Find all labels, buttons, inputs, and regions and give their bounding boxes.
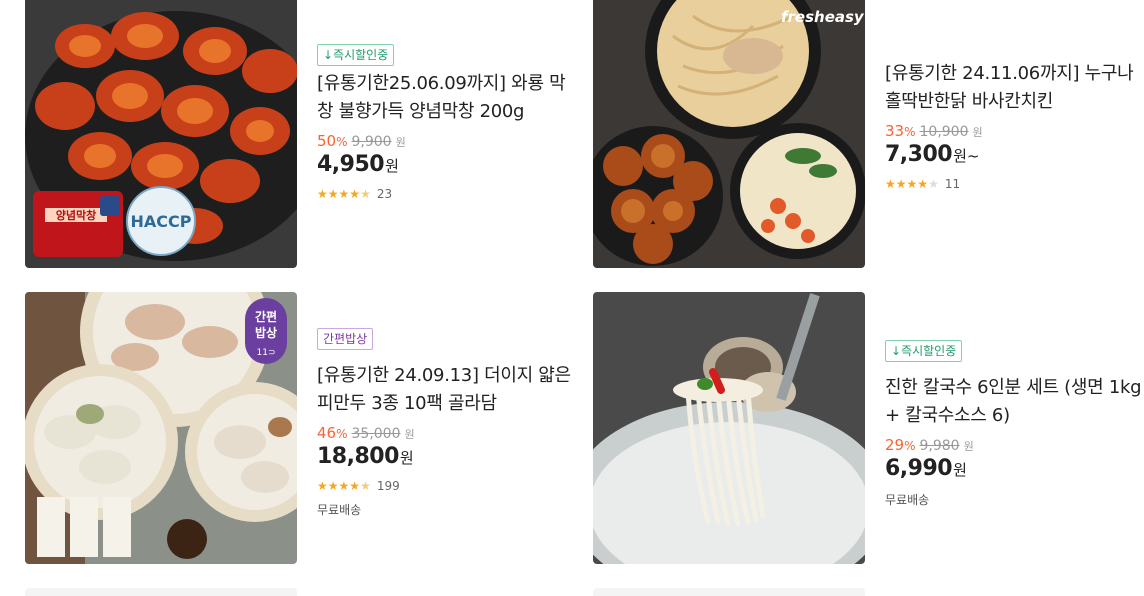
product-image[interactable]: 간편 밥상 11⊃ (25, 292, 297, 564)
product-info: ↓즉시할인중 [유통기한25.06.09까지] 와룡 막창 불향가득 양념막창 … (317, 0, 579, 268)
tag-line3: 11⊃ (257, 348, 276, 358)
product-title[interactable]: [유통기한 24.09.13] 더이지 얇은피만두 3종 10팩 골라담 (317, 362, 579, 418)
product-title[interactable]: [유통기한25.06.09까지] 와룡 막창 불향가득 양념막창 200g (317, 70, 579, 126)
original-price-unit: 원 (972, 126, 983, 139)
price-unit: 원 (385, 157, 399, 175)
rating: ★ ★ ★ ★ ★ 23 (317, 187, 579, 201)
product-info: [유통기한 24.11.06까지] 누구나홀딱반한닭 바사칸치킨 33% 10,… (885, 0, 1144, 268)
instant-discount-badge: ↓즉시할인중 (317, 44, 395, 66)
star-rating-icon: ★ ★ ★ ★ ★ (317, 187, 371, 201)
sale-price: 7,300 (885, 142, 953, 167)
next-row-image-edge (25, 588, 297, 596)
price-unit: 원 (953, 147, 967, 165)
price-unit: 원 (953, 461, 967, 479)
product-card[interactable]: 간편 밥상 11⊃ 간편밥상 [유통기한 24.09.13] 더이지 얇은피만두… (25, 292, 579, 564)
free-shipping-label: 무료배송 (317, 503, 362, 517)
product-image[interactable] (593, 292, 865, 564)
price-unit: 원 (399, 449, 414, 467)
original-price-unit: 원 (963, 440, 974, 453)
rating: ★ ★ ★ ★ ★ 199 (317, 479, 579, 493)
haccp-label: HACCP (131, 212, 192, 231)
sale-price: 4,950 (317, 152, 385, 177)
product-info: ↓즉시할인중 진한 칼국수 6인분 세트 (생면 1kg + 칼국수소스 6) … (885, 292, 1144, 564)
free-shipping-label: 무료배송 (885, 493, 930, 507)
product-title[interactable]: [유통기한 24.11.06까지] 누구나홀딱반한닭 바사칸치킨 (885, 60, 1144, 116)
price-suffix: ~ (966, 147, 980, 165)
product-card[interactable]: ↓즉시할인중 진한 칼국수 6인분 세트 (생면 1kg + 칼국수소스 6) … (593, 292, 1144, 564)
product-title[interactable]: 진한 칼국수 6인분 세트 (생면 1kg + 칼국수소스 6) (885, 374, 1144, 430)
discount-rate: 33% (885, 122, 916, 140)
original-price-unit: 원 (404, 428, 415, 441)
original-price: 35,000 (351, 426, 401, 442)
tag-line2: 밥상 (255, 325, 277, 340)
rating: ★ ★ ★ ★ ★ 11 (885, 177, 1144, 191)
original-price-unit: 원 (395, 136, 406, 149)
brand-logo: fresheasy (781, 8, 865, 26)
product-card[interactable]: fresheasy [유통기한 24.11.06까지] 누구나홀딱반한닭 바사칸… (593, 0, 1144, 268)
original-price: 9,980 (919, 438, 960, 454)
product-image[interactable]: 양념막창 HACCP (25, 0, 297, 268)
instant-discount-badge: ↓즉시할인중 (885, 340, 963, 362)
review-count: 199 (376, 479, 400, 493)
sale-price: 6,990 (885, 456, 953, 481)
product-image[interactable]: fresheasy (593, 0, 865, 268)
discount-rate: 46% (317, 424, 348, 442)
discount-rate: 29% (885, 436, 916, 454)
review-count: 11 (944, 177, 961, 191)
review-count: 23 (376, 187, 393, 201)
star-rating-icon: ★ ★ ★ ★ ★ (317, 479, 371, 493)
original-price: 10,900 (919, 124, 969, 140)
package-label: 양념막창 (56, 208, 96, 222)
original-price: 9,900 (351, 134, 392, 150)
sale-price: 18,800 (317, 444, 399, 469)
star-rating-icon: ★ ★ ★ ★ ★ (885, 177, 939, 191)
tag-line1: 간편 (255, 309, 277, 324)
product-card[interactable]: 양념막창 HACCP ↓즉시할인중 [유통기한25.06.09까지] 와룡 막창… (25, 0, 579, 268)
discount-rate: 50% (317, 132, 348, 150)
next-row-image-edge (593, 588, 865, 596)
quick-meal-badge: 간편밥상 (317, 328, 374, 350)
product-info: 간편밥상 [유통기한 24.09.13] 더이지 얇은피만두 3종 10팩 골라… (317, 292, 579, 564)
